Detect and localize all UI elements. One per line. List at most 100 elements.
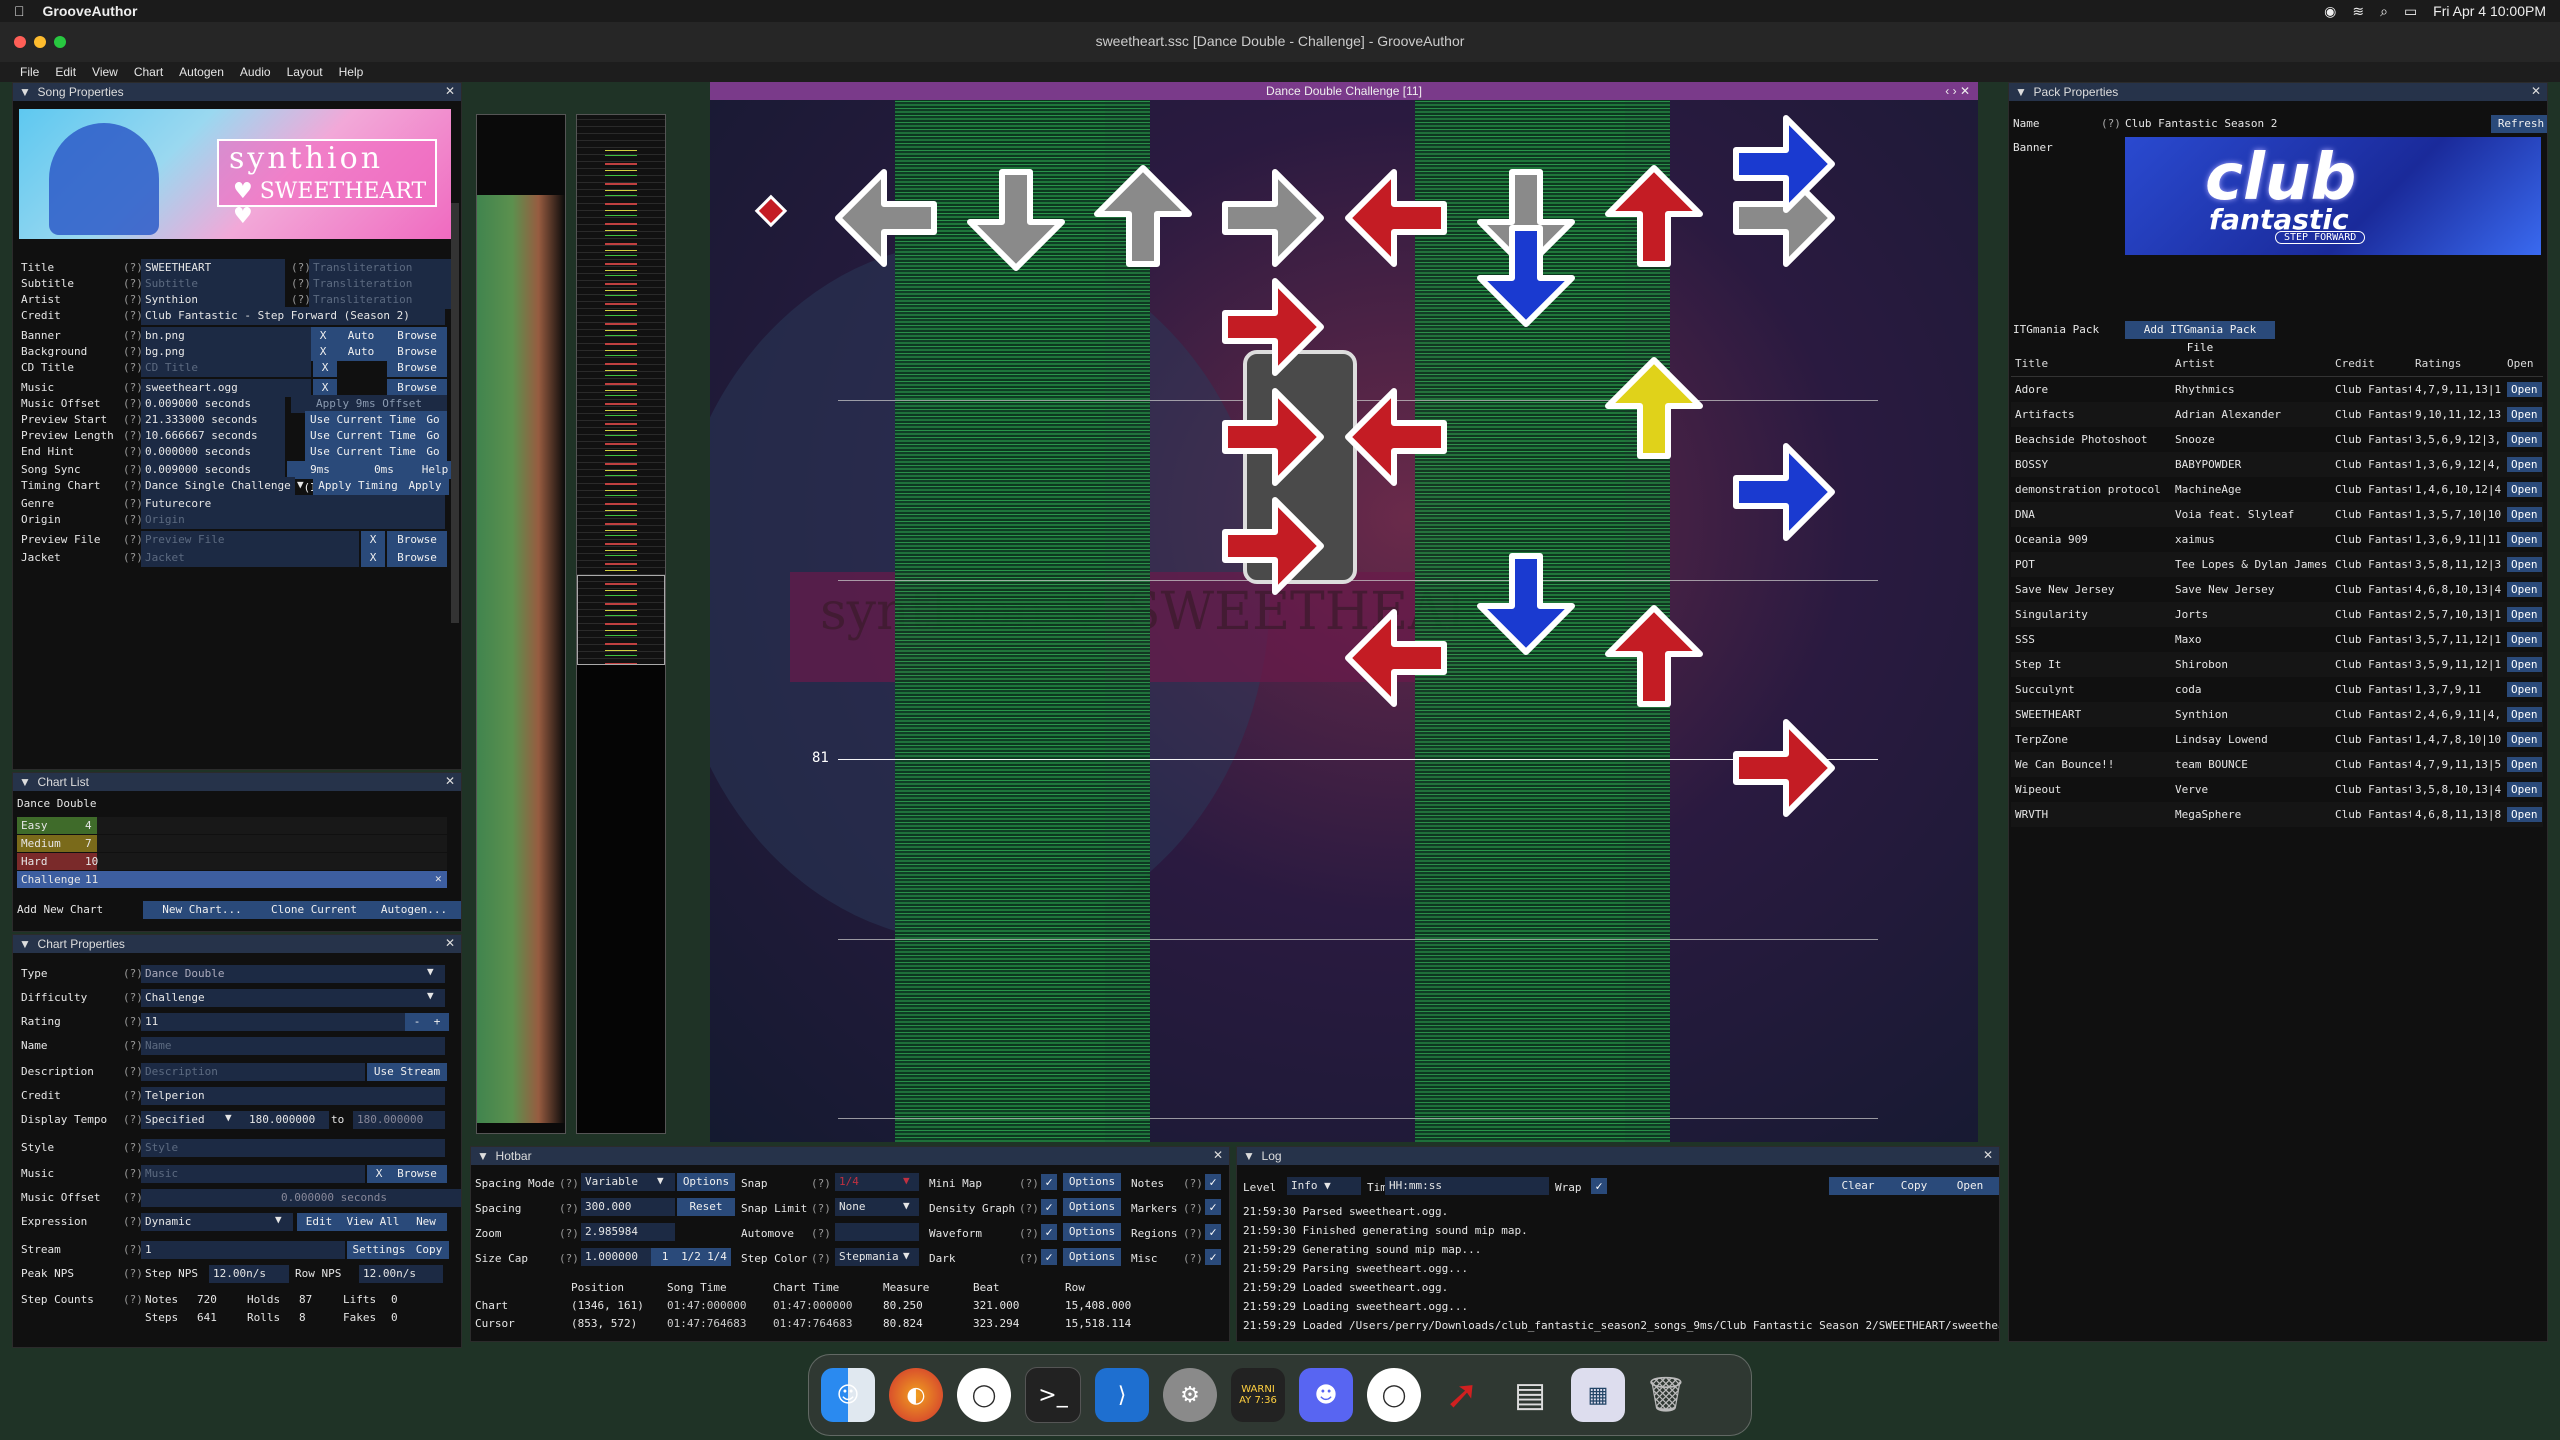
wifi-icon[interactable]: ≋: [2352, 3, 2364, 20]
hotbar-checkbox[interactable]: ✓: [1205, 1199, 1221, 1215]
help-icon[interactable]: (?): [291, 293, 311, 306]
browse-button[interactable]: Browse: [387, 549, 447, 567]
tempo-max-input[interactable]: 180.000000: [353, 1111, 445, 1129]
trash-icon[interactable]: 🗑: [1639, 1368, 1693, 1422]
open-button[interactable]: Open: [2507, 382, 2542, 397]
pack-properties-header[interactable]: ▼ Pack Properties ✕: [2009, 83, 2547, 101]
dropdown-arrow-icon[interactable]: ▼: [903, 1249, 910, 1262]
open-button[interactable]: Open: [2507, 407, 2542, 422]
field-origin[interactable]: Origin: [141, 511, 445, 529]
receptor-arrow-0[interactable]: [835, 169, 937, 267]
log-open-button[interactable]: Open: [1941, 1177, 1999, 1195]
dropdown-arrow-icon[interactable]: ▼: [903, 1174, 910, 1187]
hotbar-value-b-2[interactable]: [835, 1223, 919, 1241]
menubar-app-name[interactable]: GrooveAuthor: [43, 3, 138, 19]
finder-icon[interactable]: ☺: [821, 1368, 875, 1422]
copy-button[interactable]: Copy: [409, 1241, 449, 1259]
menu-layout[interactable]: Layout: [287, 65, 323, 79]
mini-map[interactable]: [576, 114, 666, 1134]
dropdown-arrow-icon[interactable]: ▼: [297, 478, 304, 491]
field-jacket[interactable]: Jacket: [141, 549, 359, 567]
help-icon[interactable]: (?): [123, 1167, 143, 1180]
open-button[interactable]: Open: [2507, 732, 2542, 747]
help-icon[interactable]: (?): [1019, 1202, 1039, 1215]
pack-song-row[interactable]: BOSSYBABYPOWDERClub Fantasti1,3,6,9,12|4…: [2011, 452, 2543, 477]
browse-button[interactable]: Browse: [387, 1165, 447, 1183]
discord-icon[interactable]: ☻: [1299, 1368, 1353, 1422]
open-button[interactable]: Open: [2507, 482, 2542, 497]
documents-icon[interactable]: ▤: [1503, 1368, 1557, 1422]
size-cap-button[interactable]: 1: [651, 1248, 679, 1266]
hotbar-checkbox[interactable]: ✓: [1041, 1249, 1057, 1265]
dropdown-arrow-icon[interactable]: ▼: [427, 965, 434, 978]
pack-table-header[interactable]: Ratings: [2411, 351, 2503, 377]
hotbar-header[interactable]: ▼ Hotbar ✕: [471, 1147, 1229, 1165]
log-level-select[interactable]: Info ▼: [1287, 1177, 1361, 1195]
note-arrow-0[interactable]: [1733, 115, 1835, 213]
log-clear-button[interactable]: Clear: [1829, 1177, 1887, 1195]
help-icon[interactable]: (?): [123, 497, 143, 510]
battery-icon[interactable]: ▭: [2404, 3, 2417, 20]
chart-type-select[interactable]: Dance Double: [141, 965, 445, 983]
size-cap-button[interactable]: 1/4: [703, 1248, 731, 1266]
help-icon[interactable]: (?): [123, 551, 143, 564]
help-icon[interactable]: (?): [123, 445, 143, 458]
pack-song-row[interactable]: DNAVoia feat. SlyleafClub Fantasti1,3,5,…: [2011, 502, 2543, 527]
pack-song-row[interactable]: TerpZone Lindsay Lowend Club Fantasti 1,4,7…: [2011, 727, 2543, 752]
receptor-arrow-4[interactable]: [1345, 169, 1447, 267]
help-icon[interactable]: (?): [123, 397, 143, 410]
hotbar-checkbox[interactable]: ✓: [1041, 1224, 1057, 1240]
hotbar-checkbox[interactable]: ✓: [1205, 1224, 1221, 1240]
note-arrow-4[interactable]: [1345, 388, 1447, 486]
description-input[interactable]: Description: [141, 1063, 365, 1081]
open-button[interactable]: Open: [2507, 632, 2542, 647]
field-preview-file[interactable]: Preview File: [141, 531, 359, 549]
use-stream-button[interactable]: Use Stream: [367, 1063, 447, 1081]
autogen-button[interactable]: Autogen...: [367, 901, 461, 919]
open-button[interactable]: Open: [2507, 532, 2542, 547]
help-icon[interactable]: (?): [1183, 1202, 1203, 1215]
help-icon[interactable]: (?): [811, 1177, 831, 1190]
pack-song-row[interactable]: SSS Maxo Club Fantasti 3,5,7,11,12|1 Open: [2011, 627, 2543, 652]
help-icon[interactable]: (?): [123, 1215, 143, 1228]
help-icon[interactable]: (?): [123, 1191, 143, 1204]
note-field[interactable]: [710, 82, 1978, 1142]
note-arrow-10[interactable]: [1605, 605, 1703, 707]
help-icon[interactable]: (?): [123, 479, 143, 492]
chart-music-input[interactable]: Music: [141, 1165, 365, 1183]
help-icon[interactable]: (?): [123, 513, 143, 526]
menu-chart[interactable]: Chart: [134, 65, 163, 79]
scrollbar[interactable]: [451, 203, 459, 623]
hotbar-options-button[interactable]: Options: [1063, 1173, 1121, 1191]
help-icon[interactable]: (?): [123, 1039, 143, 1052]
note-arrow-5[interactable]: [1605, 357, 1703, 459]
pack-song-row[interactable]: POTTee Lopes & Dylan JamesClub Fantasti3…: [2011, 552, 2543, 577]
pack-song-row[interactable]: Save New Jersey Save New Jersey Club Fanta…: [2011, 577, 2543, 602]
help-icon[interactable]: (?): [123, 277, 143, 290]
pack-song-row[interactable]: demonstration protocol MachineAge Club Fan…: [2011, 477, 2543, 502]
hotbar-options-button[interactable]: Options: [1063, 1223, 1121, 1241]
chart-list-item-medium[interactable]: Medium 7: [17, 835, 447, 852]
log-wrap-checkbox[interactable]: ✓: [1591, 1178, 1607, 1194]
pack-song-row[interactable]: Step ItShirobonClub Fantasti3,5,9,11,12|…: [2011, 652, 2543, 677]
open-button[interactable]: Open: [2507, 682, 2542, 697]
pack-table-header[interactable]: Open: [2503, 351, 2543, 377]
chart-name-input[interactable]: Name: [141, 1037, 445, 1055]
help-icon[interactable]: (?): [291, 261, 311, 274]
dropdown-arrow-icon[interactable]: ▼: [427, 989, 434, 1002]
note-arrow-1[interactable]: [1477, 225, 1575, 327]
note-arrow-9[interactable]: [1345, 609, 1447, 707]
pack-table-header[interactable]: Credit: [2331, 351, 2411, 377]
help-icon[interactable]: (?): [123, 1243, 143, 1256]
note-arrow-8[interactable]: [1477, 553, 1575, 655]
hotbar-checkbox[interactable]: ✓: [1205, 1174, 1221, 1190]
pack-name-value[interactable]: Club Fantastic Season 2: [2125, 117, 2277, 130]
chart-list-header[interactable]: ▼ Chart List ✕: [13, 773, 461, 791]
field-credit[interactable]: Club Fantastic - Step Forward (Season 2): [141, 307, 445, 325]
menu-edit[interactable]: Edit: [55, 65, 76, 79]
terminal-icon[interactable]: >_: [1025, 1367, 1081, 1423]
chart-nav-icons[interactable]: ‹ › ✕: [1945, 82, 1970, 100]
open-button[interactable]: Open: [2507, 707, 2542, 722]
use-current-time-button[interactable]: Use Current Time: [305, 443, 421, 461]
pack-song-row[interactable]: Adore Rhythmics Club Fantasti 4,7,9,11,13|1…: [2011, 377, 2543, 403]
